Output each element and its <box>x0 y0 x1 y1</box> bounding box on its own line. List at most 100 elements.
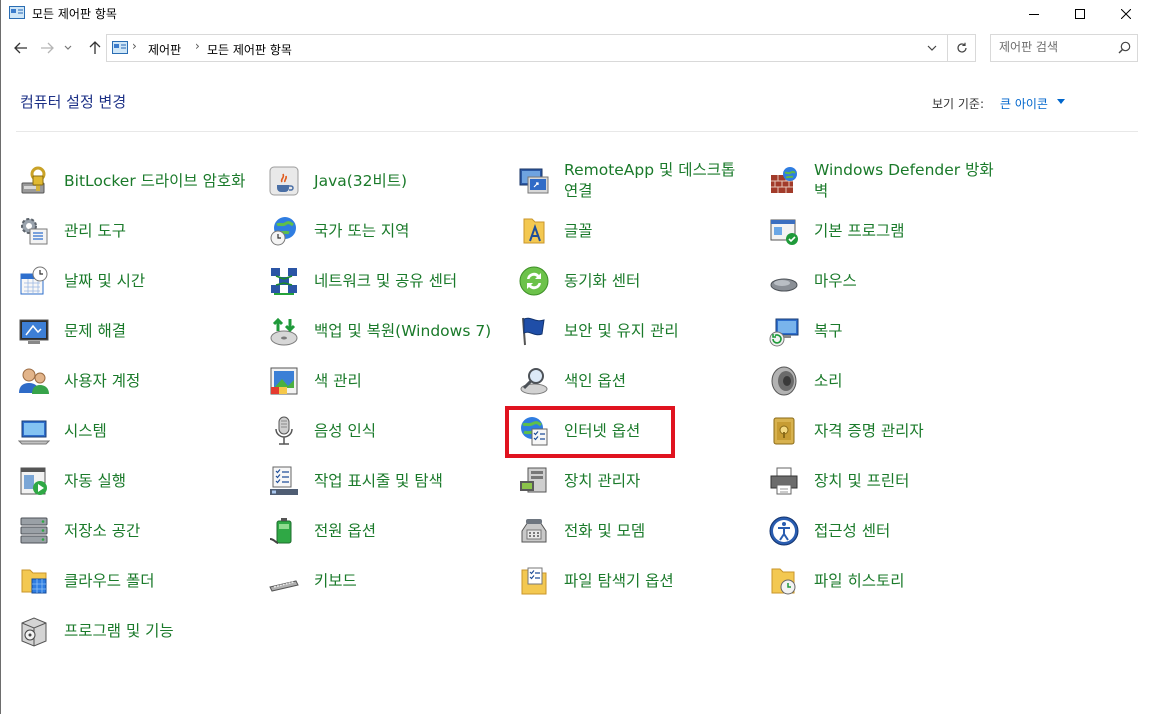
item-admin-tools[interactable]: 관리 도구 <box>18 206 258 256</box>
item-network[interactable]: 네트워크 및 공유 센터 <box>268 256 508 306</box>
maximize-button[interactable] <box>1057 0 1103 28</box>
item-label: 파일 히스토리 <box>814 571 905 590</box>
phone-icon <box>521 519 547 543</box>
item-label: 소리 <box>814 371 843 390</box>
close-button[interactable] <box>1103 0 1149 28</box>
item-file-explorer-options[interactable]: 파일 탐색기 옵션 <box>518 556 758 606</box>
search-input[interactable] <box>999 40 1109 54</box>
item-credential-manager[interactable]: 자격 증명 관리자 <box>768 406 1008 456</box>
minimize-icon <box>1029 14 1039 15</box>
breadcrumb-control-panel[interactable]: 제어판 <box>148 41 181 58</box>
address-bar[interactable]: › 제어판 › 모든 제어판 항목 <box>106 34 976 62</box>
item-label: 음성 인식 <box>314 421 376 440</box>
item-system[interactable]: 시스템 <box>18 406 258 456</box>
item-file-history[interactable]: 파일 히스토리 <box>768 556 1008 606</box>
item-sync[interactable]: 동기화 센터 <box>518 256 758 306</box>
item-keyboard[interactable]: 키보드 <box>268 556 508 606</box>
refresh-button[interactable] <box>947 35 976 61</box>
item-label: 관리 도구 <box>64 221 126 240</box>
item-label: 접근성 센터 <box>814 521 891 540</box>
address-history-button[interactable] <box>919 35 944 61</box>
breadcrumb-all-items[interactable]: 모든 제어판 항목 <box>207 41 292 58</box>
view-by-dropdown[interactable]: 큰 아이콘 <box>1000 95 1048 112</box>
item-remoteapp[interactable]: RemoteApp 및 데스크톱 연결 <box>518 156 758 206</box>
item-troubleshoot[interactable]: 문제 해결 <box>18 306 258 356</box>
recent-dropdown-button[interactable] <box>61 38 75 58</box>
item-label: 백업 및 복원(Windows 7) <box>314 321 492 340</box>
item-indexing[interactable]: 색인 옵션 <box>518 356 758 406</box>
arrow-right-icon <box>41 42 54 54</box>
minimize-button[interactable] <box>1011 0 1057 28</box>
indexing-icon <box>520 368 548 395</box>
item-sound[interactable]: 소리 <box>768 356 1008 406</box>
item-label: 파일 탐색기 옵션 <box>564 571 674 590</box>
chevron-down-icon <box>64 45 72 50</box>
window-title: 모든 제어판 항목 <box>32 7 117 21</box>
item-region[interactable]: 국가 또는 지역 <box>268 206 508 256</box>
forward-button[interactable] <box>37 38 57 58</box>
breadcrumb-separator-icon: › <box>132 39 137 53</box>
item-power-options[interactable]: 전원 옵션 <box>268 506 508 556</box>
item-label: 기본 프로그램 <box>814 221 905 240</box>
fonts-icon <box>523 218 545 244</box>
item-label: 사용자 계정 <box>64 371 141 390</box>
refresh-icon <box>957 42 967 53</box>
item-ease-of-access[interactable]: 접근성 센터 <box>768 506 1008 556</box>
chevron-down-icon <box>927 45 937 51</box>
file-history-icon <box>771 568 796 595</box>
item-device-manager[interactable]: 장치 관리자 <box>518 456 758 506</box>
item-color-management[interactable]: 색 관리 <box>268 356 508 406</box>
network-icon <box>271 268 297 295</box>
item-default-programs[interactable]: 기본 프로그램 <box>768 206 1008 256</box>
item-speech[interactable]: 음성 인식 <box>268 406 508 456</box>
up-button[interactable] <box>85 38 105 58</box>
item-fonts[interactable]: 글꼴 <box>518 206 758 256</box>
region-icon <box>270 217 296 246</box>
printer-icon <box>770 467 798 495</box>
recovery-icon <box>769 318 799 347</box>
item-autoplay[interactable]: 자동 실행 <box>18 456 258 506</box>
back-button[interactable] <box>11 38 31 58</box>
item-label: 글꼴 <box>564 221 593 240</box>
remoteapp-icon <box>519 168 549 194</box>
item-security-maintenance[interactable]: 보안 및 유지 관리 <box>518 306 758 356</box>
search-box[interactable] <box>990 34 1138 62</box>
item-backup[interactable]: 백업 및 복원(Windows 7) <box>268 306 508 356</box>
battery-icon <box>269 518 292 544</box>
item-bitlocker[interactable]: BitLocker 드라이브 암호화 <box>18 156 258 206</box>
user-accounts-icon <box>19 368 49 394</box>
item-taskbar[interactable]: 작업 표시줄 및 탐색 <box>268 456 508 506</box>
programs-icon <box>21 617 47 647</box>
control-panel-icon <box>9 6 25 19</box>
item-label: 국가 또는 지역 <box>314 221 410 240</box>
arrow-left-icon <box>14 42 27 54</box>
item-label: 작업 표시줄 및 탐색 <box>314 471 443 490</box>
item-firewall[interactable]: Windows Defender 방화벽 <box>768 156 1008 206</box>
item-label: 저장소 공간 <box>64 521 141 540</box>
item-cloud-folder[interactable]: 클라우드 폴더 <box>18 556 258 606</box>
item-label: 키보드 <box>314 571 357 590</box>
item-storage-spaces[interactable]: 저장소 공간 <box>18 506 258 556</box>
item-devices-printers[interactable]: 장치 및 프린터 <box>768 456 1008 506</box>
cloud-folder-icon <box>21 569 47 594</box>
taskbar-icon <box>270 466 298 495</box>
item-user-accounts[interactable]: 사용자 계정 <box>18 356 258 406</box>
item-label: 마우스 <box>814 271 857 290</box>
dropdown-arrow-icon[interactable] <box>1057 99 1065 104</box>
keyboard-icon <box>269 580 299 592</box>
item-label: 색인 옵션 <box>564 371 626 390</box>
item-programs-features[interactable]: 프로그램 및 기능 <box>18 606 258 656</box>
device-manager-icon <box>520 467 547 493</box>
item-recovery[interactable]: 복구 <box>768 306 1008 356</box>
item-date-time[interactable]: 날짜 및 시간 <box>18 256 258 306</box>
item-label: 날짜 및 시간 <box>64 271 146 290</box>
item-java[interactable]: Java(32비트) <box>268 156 508 206</box>
item-mouse[interactable]: 마우스 <box>768 256 1008 306</box>
title-bar: 모든 제어판 항목 <box>0 0 1150 28</box>
item-label: Windows Defender 방화벽 <box>814 161 994 200</box>
close-icon <box>1121 9 1131 19</box>
firewall-icon <box>771 167 797 193</box>
item-phone-modem[interactable]: 전화 및 모뎀 <box>518 506 758 556</box>
sound-icon <box>771 366 797 396</box>
window-left-border <box>0 0 1 714</box>
